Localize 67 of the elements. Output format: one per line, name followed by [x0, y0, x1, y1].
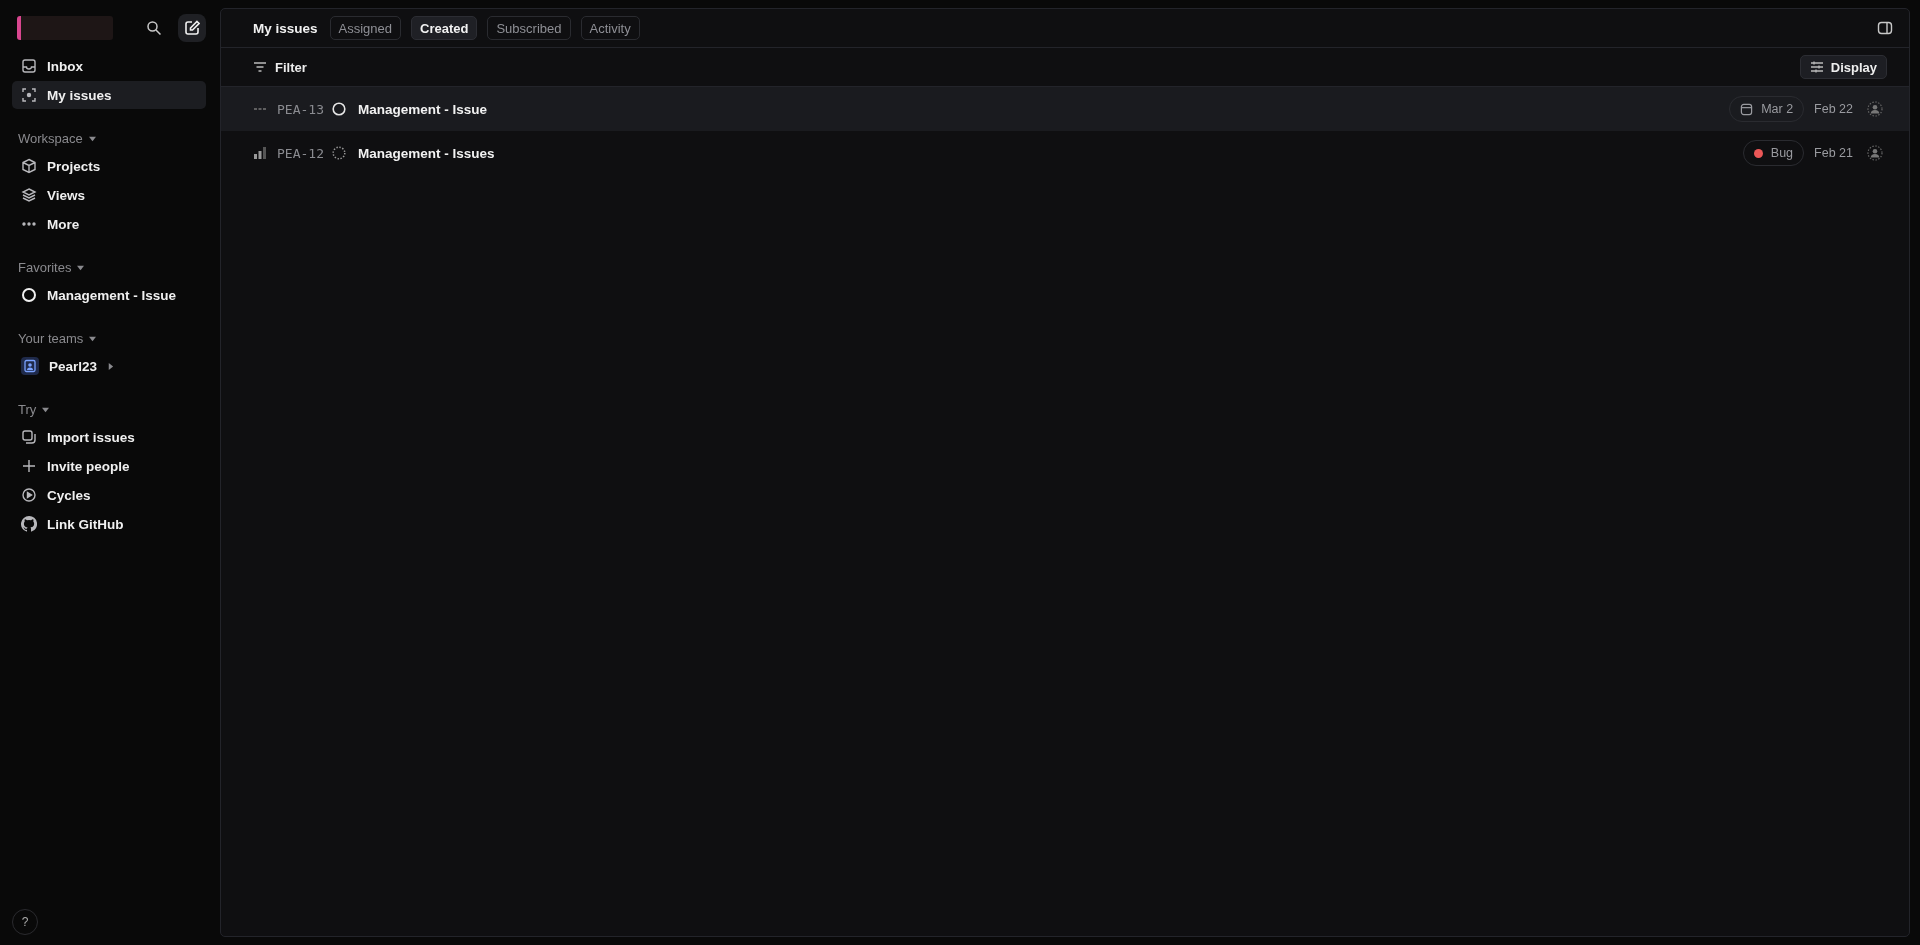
section-title[interactable]: Your teams — [18, 330, 84, 346]
tab[interactable]: Assigned — [329, 16, 402, 40]
issue-title: Management - Issues — [357, 145, 495, 161]
circle-icon — [21, 287, 37, 303]
section-title[interactable]: Workspace — [18, 130, 83, 146]
sidebar-item[interactable]: Projects — [12, 152, 206, 180]
workspace-logo[interactable] — [17, 16, 113, 40]
calendar-icon — [1740, 102, 1754, 116]
caret-icon — [42, 405, 50, 413]
issue-id: PEA-12 — [277, 145, 324, 161]
item-label: Link GitHub — [47, 516, 124, 532]
inbox-icon — [21, 58, 37, 74]
side-panel-icon[interactable] — [1877, 20, 1893, 36]
new-issue-button[interactable] — [178, 14, 206, 42]
caret-icon — [88, 134, 96, 142]
nav-item[interactable]: My issues — [12, 81, 206, 109]
display-button[interactable]: Display — [1799, 55, 1887, 79]
sidebar-item[interactable]: Link GitHub — [12, 510, 206, 538]
priority-bars-icon — [253, 146, 267, 160]
page-title: My issues — [253, 20, 318, 36]
filter-icon — [253, 61, 267, 73]
caret-icon — [89, 334, 97, 342]
created-date: Feb 22 — [1814, 102, 1853, 116]
avatar-icon[interactable] — [1867, 101, 1883, 117]
nav-item[interactable]: Inbox — [12, 52, 206, 80]
sidebar-item[interactable]: Pearl23 — [12, 352, 206, 380]
focus-icon — [21, 87, 37, 103]
created-date: Feb 21 — [1814, 146, 1853, 160]
copy-icon — [21, 429, 37, 445]
due-date: Mar 2 — [1761, 102, 1794, 116]
item-label: Invite people — [47, 458, 130, 474]
section-title[interactable]: Try — [18, 401, 37, 417]
search-icon — [146, 20, 162, 36]
cycle-icon — [21, 487, 37, 503]
plus-icon — [21, 458, 37, 474]
sliders-icon — [1809, 60, 1824, 74]
cube-icon — [21, 158, 37, 174]
github-icon — [21, 516, 37, 532]
issue-row[interactable]: PEA-13 Management - Issue Mar 2 Feb 22 — [221, 87, 1909, 131]
tab[interactable]: Subscribed — [487, 16, 571, 40]
item-label: Views — [47, 187, 86, 203]
item-label: Cycles — [47, 487, 91, 503]
sidebar-item[interactable]: Cycles — [12, 481, 206, 509]
item-label: Projects — [47, 158, 101, 174]
issue-id: PEA-13 — [277, 101, 324, 117]
item-label: More — [47, 216, 80, 232]
compose-icon — [184, 20, 200, 36]
sidebar-item[interactable]: Views — [12, 181, 206, 209]
filter-button[interactable]: Filter — [253, 59, 307, 75]
section-title[interactable]: Favorites — [18, 259, 72, 275]
item-label: Import issues — [47, 429, 135, 445]
item-label: Management - Issue — [47, 287, 177, 303]
caret-icon — [77, 263, 85, 271]
sidebar-item[interactable]: Management - Issue — [12, 281, 206, 309]
avatar-icon[interactable] — [1867, 145, 1883, 161]
label-name: Bug — [1770, 146, 1794, 160]
item-label: Pearl23 — [49, 358, 98, 374]
todo-status-icon[interactable] — [331, 102, 346, 116]
sidebar-item[interactable]: More — [12, 210, 206, 238]
sidebar-item[interactable]: Import issues — [12, 423, 206, 451]
tab[interactable]: Activity — [580, 16, 640, 40]
layers-icon — [21, 187, 37, 203]
backlog-status-icon[interactable] — [331, 146, 346, 160]
tab[interactable]: Created — [411, 16, 478, 40]
issue-title: Management - Issue — [357, 101, 487, 117]
sidebar-item[interactable]: Invite people — [12, 452, 206, 480]
team-icon — [21, 357, 39, 375]
